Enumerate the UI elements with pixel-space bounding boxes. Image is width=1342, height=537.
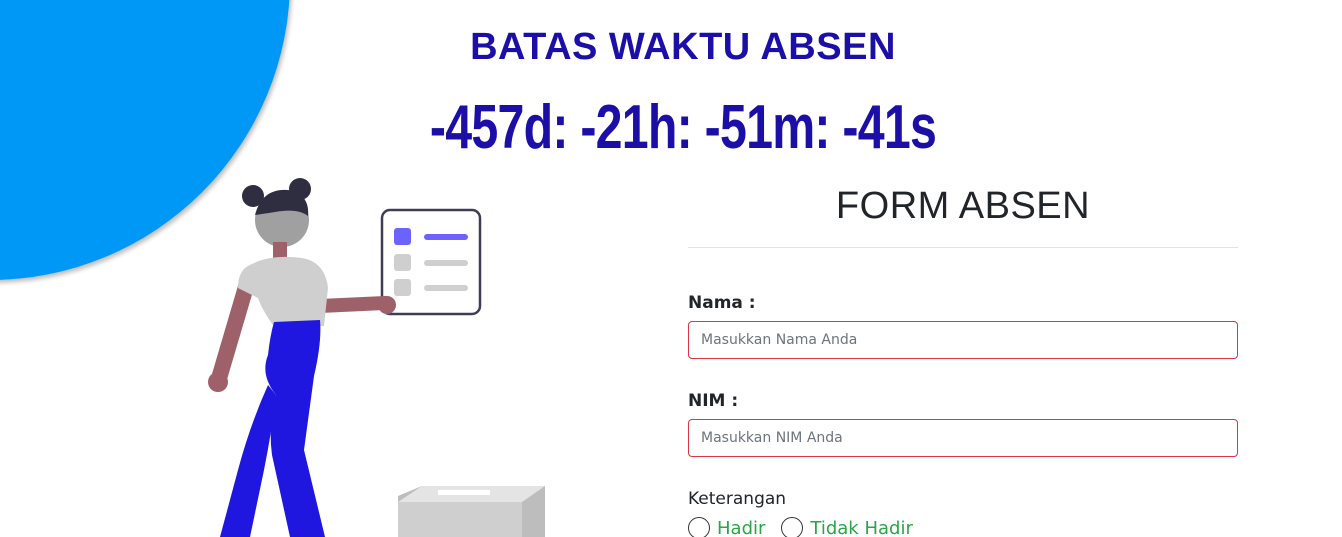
nim-label: NIM : [688,391,739,411]
form-divider [688,247,1238,248]
nama-input[interactable] [688,321,1238,359]
ballot-box-icon [398,486,545,537]
keterangan-radio-group: Hadir Tidak Hadir [688,517,1238,537]
woman-voting-illustration [208,178,545,537]
page: BATAS WAKTU ABSEN -457d: -21h: -51m: -41… [0,0,1342,537]
radio-hadir-circle[interactable] [688,517,710,537]
form-title: FORM ABSEN [835,185,1091,227]
radio-tidak-hadir-label[interactable]: Tidak Hadir [810,518,912,537]
absen-form: FORM ABSEN Nama : NIM : Keterangan Hadir… [688,175,1238,537]
radio-hadir-label[interactable]: Hadir [717,518,765,537]
countdown-timer: -457d: -21h: -51m: -41s [429,93,937,162]
nim-input[interactable] [688,419,1238,457]
nama-label: Nama : [688,293,756,313]
radio-hadir[interactable]: Hadir [688,517,765,537]
keterangan-label: Keterangan [688,489,787,509]
radio-tidak-hadir[interactable]: Tidak Hadir [781,517,913,537]
radio-tidak-hadir-circle[interactable] [781,517,804,537]
countdown-title: BATAS WAKTU ABSEN [470,26,896,68]
woman-figure [208,178,396,537]
checklist-board-icon [380,208,482,316]
